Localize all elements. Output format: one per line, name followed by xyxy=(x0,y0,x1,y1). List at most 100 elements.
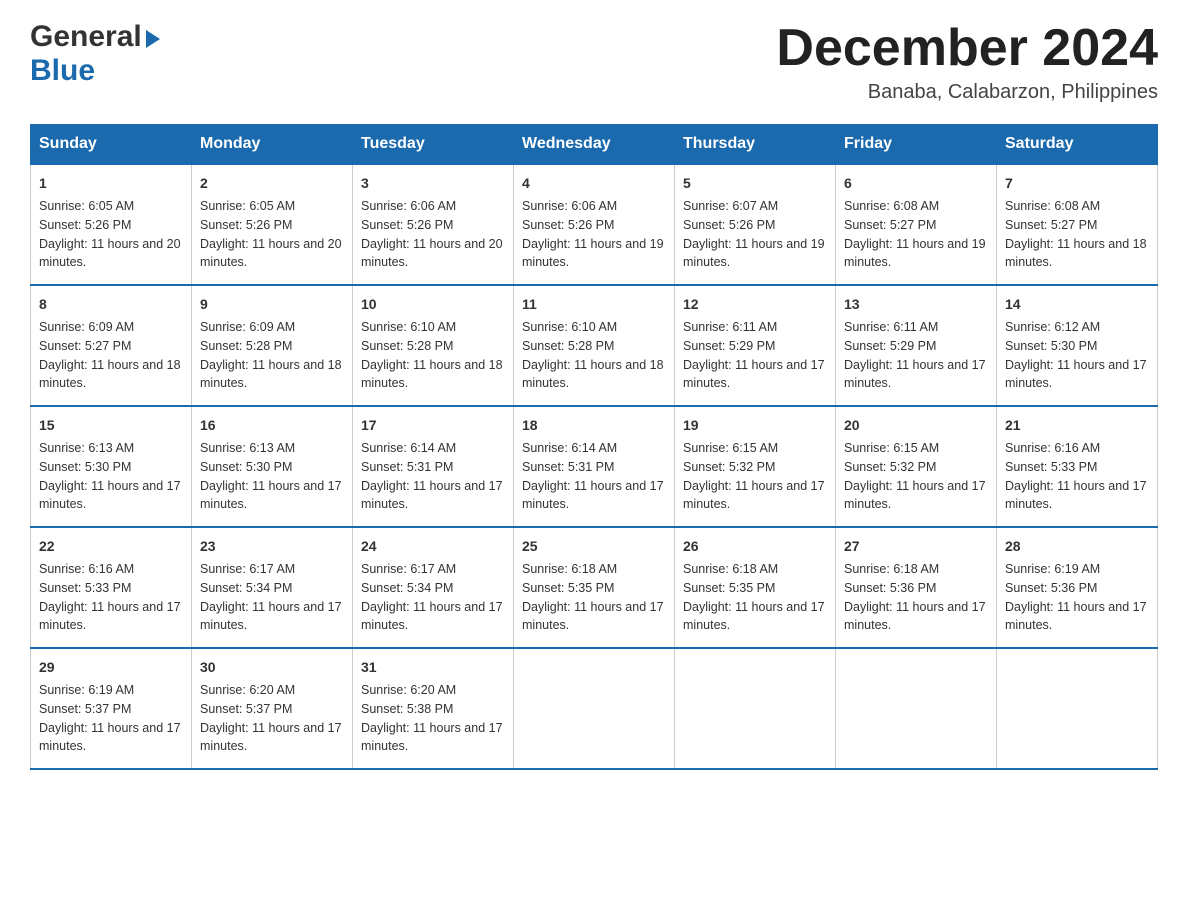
sunset-label: Sunset: 5:37 PM xyxy=(39,702,131,716)
calendar-cell: 12 Sunrise: 6:11 AM Sunset: 5:29 PM Dayl… xyxy=(675,285,836,406)
page-header: General Blue December 2024 Banaba, Calab… xyxy=(30,20,1158,104)
day-number: 29 xyxy=(39,657,183,678)
sunrise-label: Sunrise: 6:09 AM xyxy=(39,320,134,334)
calendar-cell: 23 Sunrise: 6:17 AM Sunset: 5:34 PM Dayl… xyxy=(192,527,353,648)
calendar-cell: 25 Sunrise: 6:18 AM Sunset: 5:35 PM Dayl… xyxy=(514,527,675,648)
day-number: 3 xyxy=(361,173,505,194)
daylight-label: Daylight: 11 hours and 17 minutes. xyxy=(522,479,664,512)
daylight-label: Daylight: 11 hours and 17 minutes. xyxy=(522,600,664,633)
sunrise-label: Sunrise: 6:18 AM xyxy=(522,562,617,576)
calendar-week-5: 29 Sunrise: 6:19 AM Sunset: 5:37 PM Dayl… xyxy=(31,648,1158,769)
logo-arrow-icon xyxy=(146,30,160,48)
title-section: December 2024 Banaba, Calabarzon, Philip… xyxy=(776,20,1158,104)
day-number: 11 xyxy=(522,294,666,315)
sunrise-label: Sunrise: 6:08 AM xyxy=(1005,199,1100,213)
calendar-cell: 8 Sunrise: 6:09 AM Sunset: 5:27 PM Dayli… xyxy=(31,285,192,406)
calendar-cell: 17 Sunrise: 6:14 AM Sunset: 5:31 PM Dayl… xyxy=(353,406,514,527)
col-sunday: Sunday xyxy=(31,125,192,165)
daylight-label: Daylight: 11 hours and 17 minutes. xyxy=(683,358,825,391)
calendar-cell: 7 Sunrise: 6:08 AM Sunset: 5:27 PM Dayli… xyxy=(997,164,1158,285)
daylight-label: Daylight: 11 hours and 20 minutes. xyxy=(39,237,181,270)
day-number: 23 xyxy=(200,536,344,557)
day-number: 5 xyxy=(683,173,827,194)
sunset-label: Sunset: 5:30 PM xyxy=(200,460,292,474)
logo-general-text: General xyxy=(30,20,142,54)
day-number: 14 xyxy=(1005,294,1149,315)
sunrise-label: Sunrise: 6:06 AM xyxy=(361,199,456,213)
calendar-cell: 15 Sunrise: 6:13 AM Sunset: 5:30 PM Dayl… xyxy=(31,406,192,527)
sunset-label: Sunset: 5:28 PM xyxy=(200,339,292,353)
sunset-label: Sunset: 5:34 PM xyxy=(361,581,453,595)
calendar-cell: 14 Sunrise: 6:12 AM Sunset: 5:30 PM Dayl… xyxy=(997,285,1158,406)
calendar-cell: 24 Sunrise: 6:17 AM Sunset: 5:34 PM Dayl… xyxy=(353,527,514,648)
daylight-label: Daylight: 11 hours and 17 minutes. xyxy=(361,600,503,633)
day-number: 22 xyxy=(39,536,183,557)
sunrise-label: Sunrise: 6:15 AM xyxy=(683,441,778,455)
calendar-cell xyxy=(675,648,836,769)
calendar-cell: 19 Sunrise: 6:15 AM Sunset: 5:32 PM Dayl… xyxy=(675,406,836,527)
daylight-label: Daylight: 11 hours and 17 minutes. xyxy=(1005,358,1147,391)
daylight-label: Daylight: 11 hours and 17 minutes. xyxy=(683,600,825,633)
day-number: 21 xyxy=(1005,415,1149,436)
day-number: 2 xyxy=(200,173,344,194)
sunset-label: Sunset: 5:30 PM xyxy=(1005,339,1097,353)
day-number: 19 xyxy=(683,415,827,436)
calendar-cell: 22 Sunrise: 6:16 AM Sunset: 5:33 PM Dayl… xyxy=(31,527,192,648)
daylight-label: Daylight: 11 hours and 17 minutes. xyxy=(200,600,342,633)
col-thursday: Thursday xyxy=(675,125,836,165)
calendar-cell: 21 Sunrise: 6:16 AM Sunset: 5:33 PM Dayl… xyxy=(997,406,1158,527)
sunset-label: Sunset: 5:28 PM xyxy=(361,339,453,353)
daylight-label: Daylight: 11 hours and 17 minutes. xyxy=(200,721,342,754)
calendar-cell: 16 Sunrise: 6:13 AM Sunset: 5:30 PM Dayl… xyxy=(192,406,353,527)
calendar-cell: 28 Sunrise: 6:19 AM Sunset: 5:36 PM Dayl… xyxy=(997,527,1158,648)
day-number: 28 xyxy=(1005,536,1149,557)
sunset-label: Sunset: 5:35 PM xyxy=(522,581,614,595)
col-tuesday: Tuesday xyxy=(353,125,514,165)
day-number: 15 xyxy=(39,415,183,436)
sunrise-label: Sunrise: 6:18 AM xyxy=(844,562,939,576)
day-number: 26 xyxy=(683,536,827,557)
sunrise-label: Sunrise: 6:11 AM xyxy=(683,320,777,334)
calendar-cell: 20 Sunrise: 6:15 AM Sunset: 5:32 PM Dayl… xyxy=(836,406,997,527)
sunset-label: Sunset: 5:36 PM xyxy=(1005,581,1097,595)
day-number: 18 xyxy=(522,415,666,436)
calendar-header-row: Sunday Monday Tuesday Wednesday Thursday… xyxy=(31,125,1158,165)
sunrise-label: Sunrise: 6:08 AM xyxy=(844,199,939,213)
daylight-label: Daylight: 11 hours and 17 minutes. xyxy=(39,479,181,512)
sunrise-label: Sunrise: 6:19 AM xyxy=(1005,562,1100,576)
col-friday: Friday xyxy=(836,125,997,165)
calendar-cell: 2 Sunrise: 6:05 AM Sunset: 5:26 PM Dayli… xyxy=(192,164,353,285)
daylight-label: Daylight: 11 hours and 18 minutes. xyxy=(361,358,503,391)
sunrise-label: Sunrise: 6:15 AM xyxy=(844,441,939,455)
day-number: 9 xyxy=(200,294,344,315)
sunset-label: Sunset: 5:26 PM xyxy=(200,218,292,232)
calendar-cell: 13 Sunrise: 6:11 AM Sunset: 5:29 PM Dayl… xyxy=(836,285,997,406)
daylight-label: Daylight: 11 hours and 17 minutes. xyxy=(39,721,181,754)
daylight-label: Daylight: 11 hours and 19 minutes. xyxy=(844,237,986,270)
sunset-label: Sunset: 5:28 PM xyxy=(522,339,614,353)
calendar-table: Sunday Monday Tuesday Wednesday Thursday… xyxy=(30,124,1158,770)
sunset-label: Sunset: 5:37 PM xyxy=(200,702,292,716)
sunrise-label: Sunrise: 6:14 AM xyxy=(361,441,456,455)
sunrise-label: Sunrise: 6:09 AM xyxy=(200,320,295,334)
sunrise-label: Sunrise: 6:18 AM xyxy=(683,562,778,576)
calendar-week-2: 8 Sunrise: 6:09 AM Sunset: 5:27 PM Dayli… xyxy=(31,285,1158,406)
sunrise-label: Sunrise: 6:20 AM xyxy=(361,683,456,697)
calendar-cell: 31 Sunrise: 6:20 AM Sunset: 5:38 PM Dayl… xyxy=(353,648,514,769)
sunset-label: Sunset: 5:26 PM xyxy=(522,218,614,232)
daylight-label: Daylight: 11 hours and 18 minutes. xyxy=(522,358,664,391)
col-saturday: Saturday xyxy=(997,125,1158,165)
sunset-label: Sunset: 5:26 PM xyxy=(683,218,775,232)
calendar-week-3: 15 Sunrise: 6:13 AM Sunset: 5:30 PM Dayl… xyxy=(31,406,1158,527)
location-text: Banaba, Calabarzon, Philippines xyxy=(776,81,1158,104)
day-number: 31 xyxy=(361,657,505,678)
day-number: 8 xyxy=(39,294,183,315)
calendar-cell: 4 Sunrise: 6:06 AM Sunset: 5:26 PM Dayli… xyxy=(514,164,675,285)
sunrise-label: Sunrise: 6:16 AM xyxy=(1005,441,1100,455)
sunrise-label: Sunrise: 6:11 AM xyxy=(844,320,938,334)
sunrise-label: Sunrise: 6:13 AM xyxy=(39,441,134,455)
daylight-label: Daylight: 11 hours and 17 minutes. xyxy=(39,600,181,633)
calendar-cell: 1 Sunrise: 6:05 AM Sunset: 5:26 PM Dayli… xyxy=(31,164,192,285)
sunrise-label: Sunrise: 6:20 AM xyxy=(200,683,295,697)
calendar-cell xyxy=(997,648,1158,769)
